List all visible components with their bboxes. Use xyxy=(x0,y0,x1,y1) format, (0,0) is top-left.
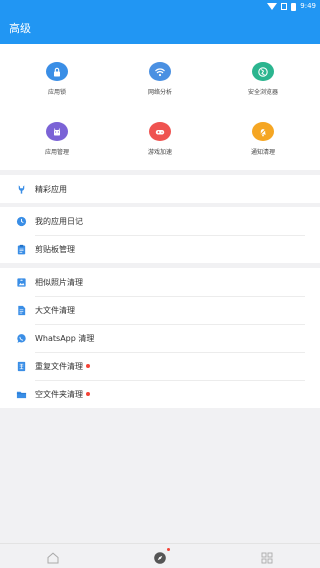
lock-icon xyxy=(46,62,68,81)
section-featured: 精彩应用 xyxy=(0,175,320,203)
wrench-icon xyxy=(16,184,27,195)
grid-label: 网络分析 xyxy=(147,89,172,96)
row-large-files[interactable]: 大文件清理 xyxy=(0,296,320,324)
row-label: 精彩应用 xyxy=(35,184,67,194)
grid-icon xyxy=(261,552,273,564)
feature-grid: 应用锁 网络分析 安全浏览器 应用管理 游戏加速 通知清理 xyxy=(0,44,320,170)
section-tools: 我的应用日记 剪贴板管理 xyxy=(0,207,320,263)
grid-item-network-analysis[interactable]: 网络分析 xyxy=(107,44,213,96)
grid-label: 应用管理 xyxy=(44,149,69,156)
row-similar-photos[interactable]: 相似照片清理 xyxy=(0,268,320,296)
notification-clean-icon xyxy=(252,122,274,141)
new-badge-dot xyxy=(86,392,90,396)
tab-more[interactable] xyxy=(260,550,274,564)
app-manage-icon xyxy=(46,122,68,141)
row-app-diary[interactable]: 我的应用日记 xyxy=(0,207,320,235)
row-label: 我的应用日记 xyxy=(35,216,83,226)
file-icon xyxy=(16,305,27,316)
row-label: 重复文件清理 xyxy=(35,361,90,372)
page-title: 高级 xyxy=(9,22,31,35)
grid-label: 通知清理 xyxy=(250,149,275,156)
row-label: 大文件清理 xyxy=(35,305,75,315)
row-duplicate-files[interactable]: 重复文件清理 xyxy=(0,352,320,380)
section-cleanup: 相似照片清理 大文件清理 WhatsApp 清理 重复文件清理 空文件夹清理 xyxy=(0,268,320,408)
network-icon xyxy=(149,62,171,81)
row-label-text: 重复文件清理 xyxy=(35,361,83,371)
grid-label: 游戏加速 xyxy=(147,149,172,156)
wifi-icon xyxy=(267,3,278,10)
home-icon xyxy=(47,552,59,564)
battery-icon xyxy=(291,2,297,11)
grid-label: 安全浏览器 xyxy=(247,89,278,96)
app-bar: 高级 xyxy=(0,13,320,44)
row-empty-folders[interactable]: 空文件夹清理 xyxy=(0,380,320,408)
grid-item-notification-clean[interactable]: 通知清理 xyxy=(210,104,316,156)
folder-icon xyxy=(16,389,27,400)
row-label: WhatsApp 清理 xyxy=(35,333,95,343)
whatsapp-icon xyxy=(16,333,27,344)
grid-item-game-boost[interactable]: 游戏加速 xyxy=(107,104,213,156)
status-time: 9:49 xyxy=(300,2,316,10)
grid-item-app-manage[interactable]: 应用管理 xyxy=(4,104,110,156)
new-badge-dot xyxy=(167,548,170,551)
tab-home[interactable] xyxy=(46,550,60,564)
row-featured-apps[interactable]: 精彩应用 xyxy=(0,175,320,203)
row-label: 相似照片清理 xyxy=(35,277,83,287)
tab-discover[interactable] xyxy=(153,548,170,564)
clipboard-icon xyxy=(16,244,27,255)
row-label-text: 空文件夹清理 xyxy=(35,389,83,399)
no-sim-icon xyxy=(281,3,288,10)
grid-label: 应用锁 xyxy=(47,89,66,96)
browser-icon xyxy=(252,62,274,81)
row-clipboard[interactable]: 剪贴板管理 xyxy=(0,235,320,263)
row-label: 剪贴板管理 xyxy=(35,244,75,254)
row-label: 空文件夹清理 xyxy=(35,389,90,400)
grid-item-app-lock[interactable]: 应用锁 xyxy=(4,44,110,96)
clock-icon xyxy=(16,216,27,227)
photo-icon xyxy=(16,277,27,288)
bottom-nav xyxy=(0,543,320,568)
new-badge-dot xyxy=(86,364,90,368)
compass-icon xyxy=(154,552,166,564)
status-bar: 9:49 xyxy=(0,0,320,13)
duplicate-icon xyxy=(16,361,27,372)
grid-item-safe-browser[interactable]: 安全浏览器 xyxy=(210,44,316,96)
row-whatsapp[interactable]: WhatsApp 清理 xyxy=(0,324,320,352)
gamepad-icon xyxy=(149,122,171,141)
